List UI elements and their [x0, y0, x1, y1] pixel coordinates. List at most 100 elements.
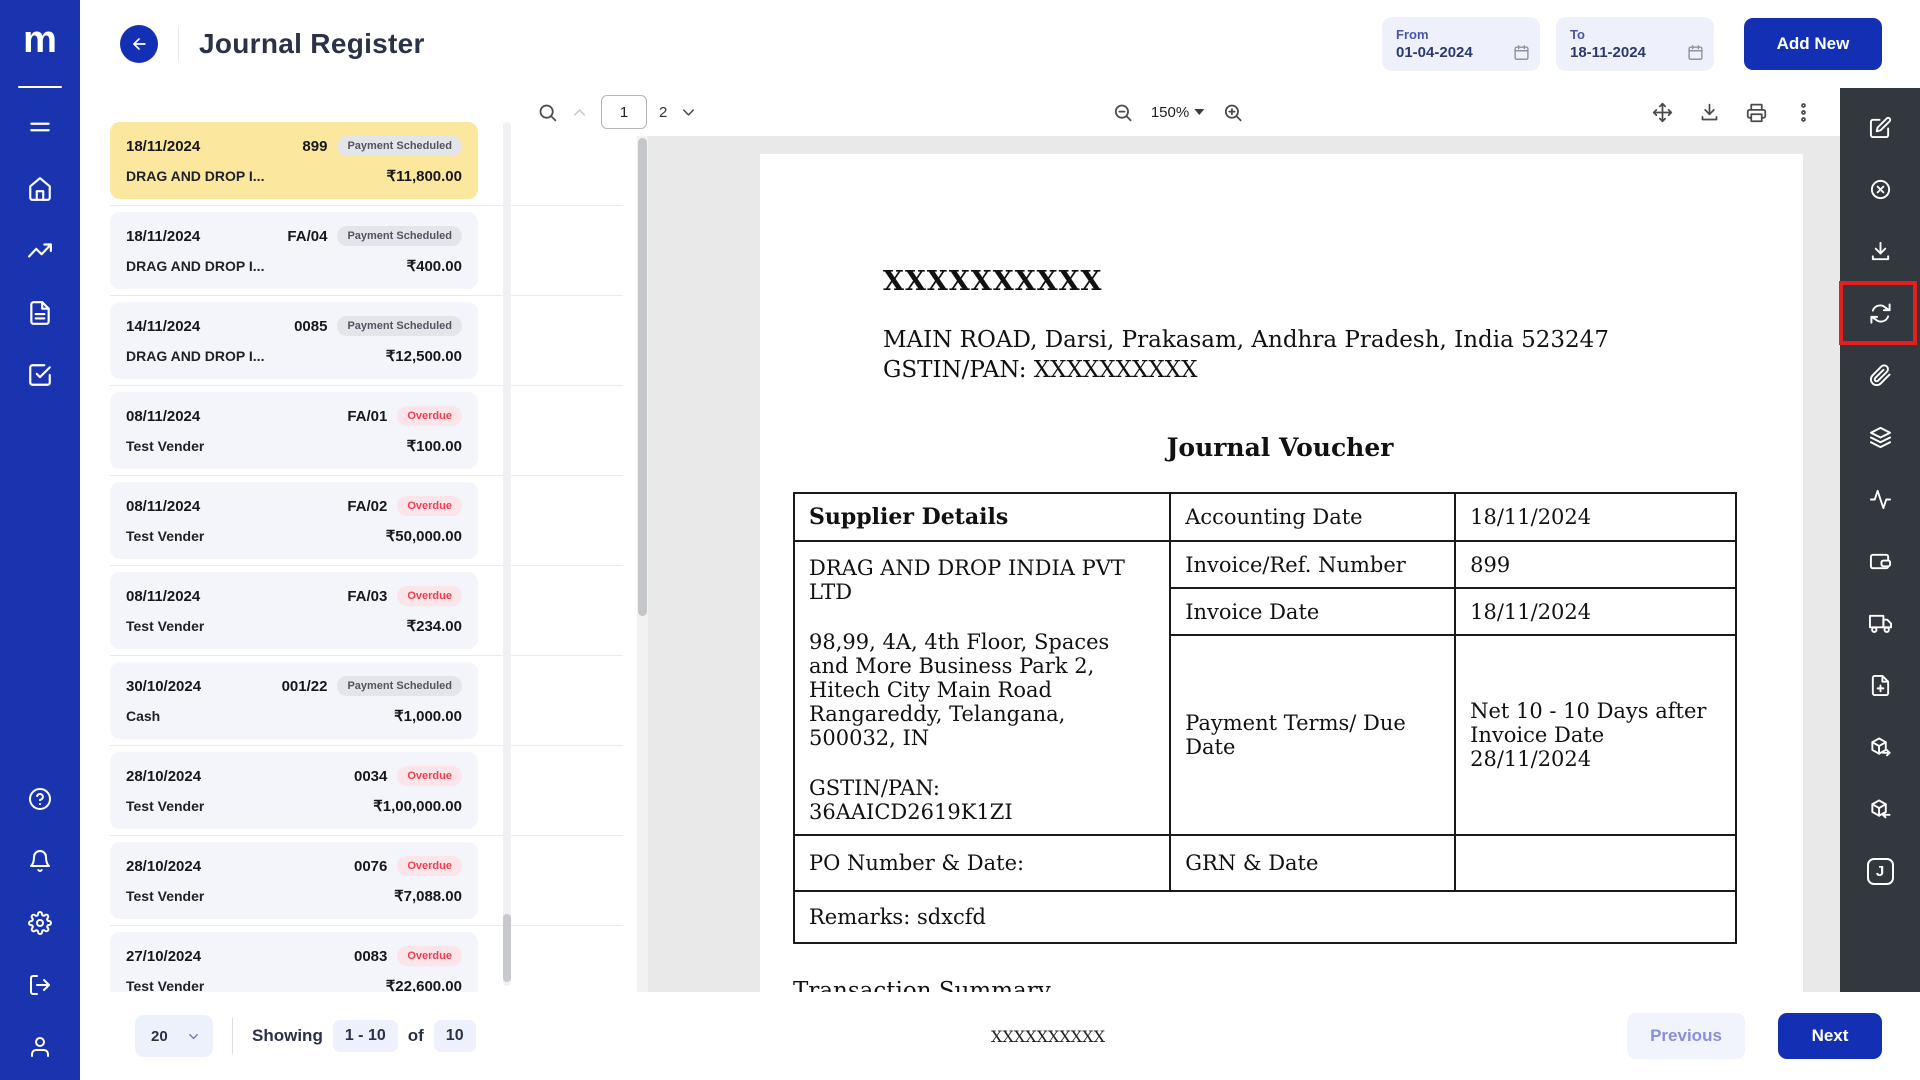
- page-number-input[interactable]: [601, 95, 647, 129]
- po-number-label: PO Number & Date:: [794, 835, 1170, 891]
- status-badge: Overdue: [397, 766, 462, 786]
- supplier-details-cell: DRAG AND DROP INDIA PVT LTD 98,99, 4A, 4…: [794, 541, 1170, 835]
- cancel-tool[interactable]: [1857, 166, 1903, 212]
- download-tool[interactable]: [1857, 228, 1903, 274]
- activity-tool[interactable]: [1857, 476, 1903, 522]
- menu-button[interactable]: [18, 104, 62, 150]
- logout-button[interactable]: [18, 962, 62, 1008]
- to-date-filter[interactable]: To 18-11-2024: [1556, 17, 1714, 71]
- list-scrollbar[interactable]: [503, 122, 511, 986]
- printer-icon: [1746, 102, 1767, 123]
- hamburger-icon: [27, 114, 53, 140]
- list-item-header: 08/11/2024 FA/01 Overdue: [126, 406, 462, 426]
- zoom-level-select[interactable]: 150%: [1151, 104, 1204, 121]
- of-label: of: [408, 1026, 424, 1046]
- previous-button[interactable]: Previous: [1627, 1013, 1745, 1059]
- document-scrollbar-thumb[interactable]: [638, 138, 647, 616]
- company-address: MAIN ROAD, Darsi, Prakasam, Andhra Prade…: [883, 327, 1767, 353]
- zoom-in-icon: [1222, 102, 1243, 123]
- package-out-icon: [1869, 736, 1892, 759]
- entry-party-name: Test Vender: [126, 618, 204, 634]
- list-item[interactable]: 08/11/2024 FA/02 Overdue Test Vender ₹50…: [110, 482, 478, 559]
- entry-date: 08/11/2024: [126, 408, 347, 425]
- accounting-date-value: 18/11/2024: [1455, 493, 1736, 541]
- page-size-select[interactable]: 20: [135, 1015, 213, 1057]
- activity-icon: [1869, 488, 1892, 511]
- back-button[interactable]: [120, 25, 158, 63]
- settings-button[interactable]: [18, 900, 62, 946]
- list-item[interactable]: 28/10/2024 0076 Overdue Test Vender ₹7,0…: [110, 842, 478, 919]
- zoom-out-button[interactable]: [1112, 102, 1133, 123]
- entry-date: 18/11/2024: [126, 138, 302, 155]
- list-item-header: 08/11/2024 FA/02 Overdue: [126, 496, 462, 516]
- notifications-button[interactable]: [18, 838, 62, 884]
- arrow-left-icon: [129, 34, 149, 54]
- list-item[interactable]: 30/10/2024 001/22 Payment Scheduled Cash…: [110, 662, 478, 739]
- from-date-filter[interactable]: From 01-04-2024: [1382, 17, 1540, 71]
- search-button[interactable]: [537, 102, 558, 123]
- download-pdf-button[interactable]: [1699, 102, 1720, 123]
- status-badge: Payment Scheduled: [337, 676, 462, 696]
- journal-tool[interactable]: J: [1857, 848, 1903, 894]
- package-in-icon: [1869, 798, 1892, 821]
- wallet-tool[interactable]: [1857, 538, 1903, 584]
- layers-tool[interactable]: [1857, 414, 1903, 460]
- invoice-date-label: Invoice Date: [1170, 588, 1455, 635]
- entry-ref-number: 0085: [294, 318, 327, 335]
- list-item-header: 08/11/2024 FA/03 Overdue: [126, 586, 462, 606]
- print-button[interactable]: [1746, 102, 1767, 123]
- entry-ref-number: 0076: [354, 858, 387, 875]
- list-item[interactable]: 28/10/2024 0034 Overdue Test Vender ₹1,0…: [110, 752, 478, 829]
- list-item[interactable]: 08/11/2024 FA/03 Overdue Test Vender ₹23…: [110, 572, 478, 649]
- list-item[interactable]: 18/11/2024 FA/04 Payment Scheduled DRAG …: [110, 212, 478, 289]
- sidebar-item-documents[interactable]: [18, 290, 62, 336]
- edit-tool[interactable]: [1857, 104, 1903, 150]
- caret-down-icon: [1194, 109, 1204, 115]
- payment-terms-label: Payment Terms/ Due Date: [1170, 635, 1455, 835]
- list-item[interactable]: 14/11/2024 0085 Payment Scheduled DRAG A…: [110, 302, 478, 379]
- invoice-ref-label: Invoice/Ref. Number: [1170, 541, 1455, 588]
- calendar-icon: [1687, 44, 1704, 61]
- list-item-body: Test Vender ₹100.00: [126, 437, 462, 455]
- entry-amount: ₹11,800.00: [387, 167, 462, 185]
- add-new-button[interactable]: Add New: [1744, 18, 1882, 70]
- entry-ref-number: FA/04: [287, 228, 327, 245]
- next-button[interactable]: Next: [1778, 1013, 1882, 1059]
- supplier-address: 98,99, 4A, 4th Floor, Spaces and More Bu…: [809, 630, 1155, 750]
- list-item[interactable]: 08/11/2024 FA/01 Overdue Test Vender ₹10…: [110, 392, 478, 469]
- more-options-button[interactable]: [1793, 102, 1814, 123]
- showing-summary: Showing 1 - 10 of 10: [252, 1020, 476, 1052]
- document-viewer: XXXXXXXXXX MAIN ROAD, Darsi, Prakasam, A…: [648, 136, 1840, 992]
- attachment-tool[interactable]: [1857, 352, 1903, 398]
- entry-ref-number: 0034: [354, 768, 387, 785]
- profile-button[interactable]: [18, 1024, 62, 1070]
- footer: 20 Showing 1 - 10 of 10 XXXXXXXXXX Previ…: [80, 992, 1920, 1080]
- previous-page-button[interactable]: [570, 103, 589, 122]
- delivery-tool[interactable]: [1857, 600, 1903, 646]
- zoom-in-button[interactable]: [1222, 102, 1243, 123]
- entry-date: 28/10/2024: [126, 768, 354, 785]
- sidebar-item-analytics[interactable]: [18, 228, 62, 274]
- stock-out-tool[interactable]: [1857, 724, 1903, 770]
- refresh-tool[interactable]: [1857, 290, 1903, 336]
- add-document-tool[interactable]: [1857, 662, 1903, 708]
- list-item[interactable]: 18/11/2024 899 Payment Scheduled DRAG AN…: [110, 122, 478, 199]
- stock-in-tool[interactable]: [1857, 786, 1903, 832]
- document-scrollbar[interactable]: [637, 136, 648, 992]
- pan-button[interactable]: [1652, 102, 1673, 123]
- list-item[interactable]: 27/10/2024 0083 Overdue Test Vender ₹22,…: [110, 932, 478, 992]
- supplier-gstin: GSTIN/PAN: 36AAICD2619K1ZI: [809, 776, 1019, 824]
- entry-amount: ₹100.00: [407, 437, 462, 455]
- list-scrollbar-thumb[interactable]: [503, 914, 511, 982]
- next-page-button[interactable]: [679, 103, 698, 122]
- sidebar-item-home[interactable]: [18, 166, 62, 212]
- search-icon: [537, 102, 558, 123]
- trending-up-icon: [27, 238, 53, 264]
- header-divider: [178, 27, 179, 61]
- entry-amount: ₹22,600.00: [386, 977, 462, 992]
- status-badge: Overdue: [397, 856, 462, 876]
- help-button[interactable]: [18, 776, 62, 822]
- sidebar-item-approvals[interactable]: [18, 352, 62, 398]
- zoom-out-icon: [1112, 102, 1133, 123]
- list-item-body: Test Vender ₹1,00,000.00: [126, 797, 462, 815]
